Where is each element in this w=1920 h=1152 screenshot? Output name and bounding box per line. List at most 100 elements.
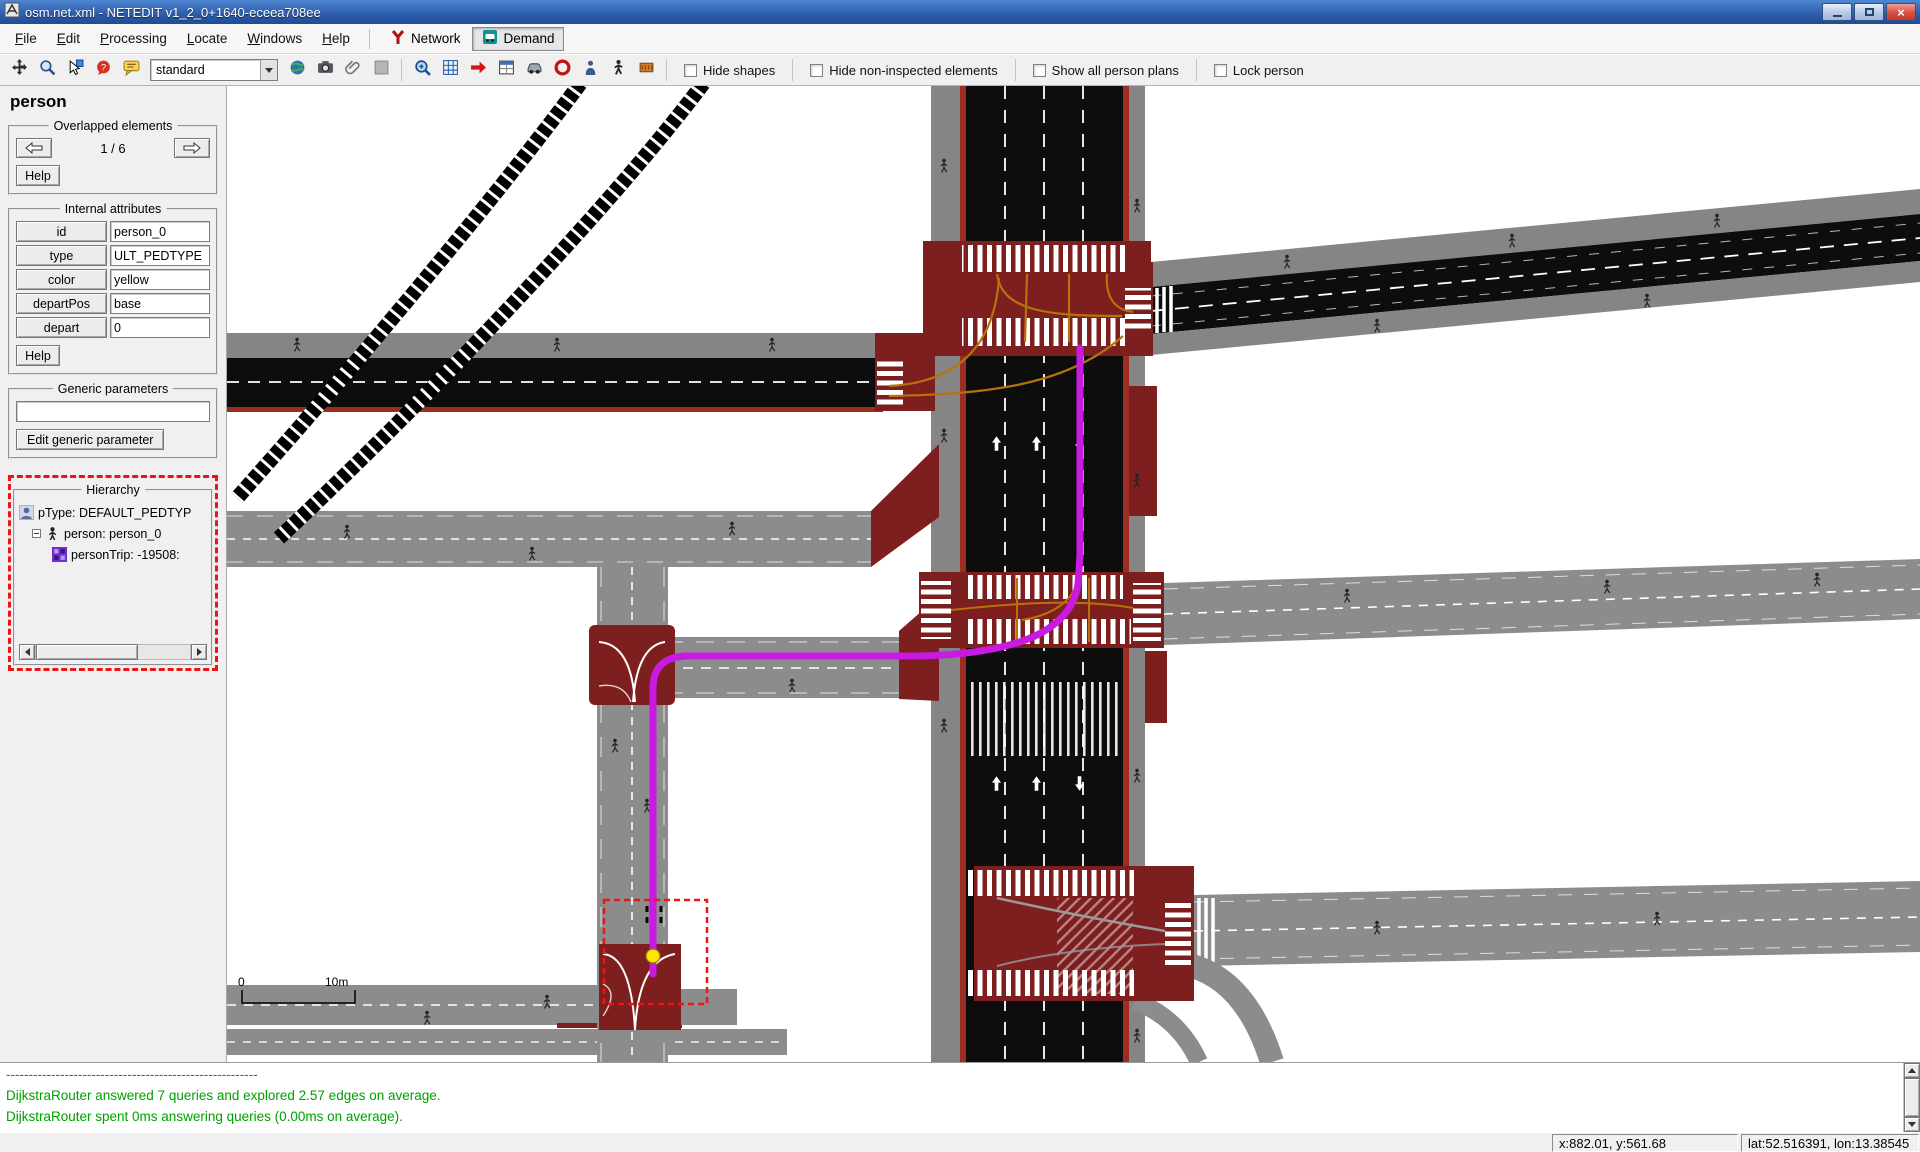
overlapped-help-button[interactable]: Help	[16, 165, 60, 186]
mode-dropdown[interactable]: standard	[150, 59, 278, 81]
attr-depart-button[interactable]: depart	[16, 317, 107, 338]
network-view[interactable]: 0 10m	[227, 86, 1920, 1062]
person-mode-button[interactable]	[605, 57, 631, 83]
grid-button[interactable]	[437, 57, 463, 83]
attr-departpos-field[interactable]	[110, 293, 210, 314]
group-label: Generic parameters	[53, 382, 173, 396]
dropdown-arrow-button[interactable]	[260, 60, 277, 80]
edit-generic-parameter-button[interactable]: Edit generic parameter	[16, 429, 164, 450]
arrow-right-icon	[183, 142, 201, 154]
next-element-button[interactable]	[174, 138, 210, 158]
minimize-button[interactable]	[1822, 3, 1852, 21]
stop-button[interactable]	[549, 57, 575, 83]
scrollbar-thumb[interactable]	[36, 644, 138, 660]
attr-color-field[interactable]	[110, 269, 210, 290]
screenshot-button[interactable]	[312, 57, 338, 83]
attr-id-button[interactable]: id	[16, 221, 107, 242]
log-line: DijkstraRouter spent 0ms answering queri…	[6, 1106, 1897, 1127]
window-title: osm.net.xml - NETEDIT v1_2_0+1640-eceea7…	[25, 5, 321, 20]
vehicle-icon	[526, 59, 543, 81]
maximize-button[interactable]	[1854, 3, 1884, 21]
internal-attributes-group: Internal attributes id type color depart…	[8, 208, 218, 375]
table-icon	[498, 59, 515, 81]
move-icon	[11, 59, 28, 81]
menu-windows[interactable]: Windows	[238, 27, 311, 50]
network-mode-button[interactable]: Network	[380, 27, 471, 51]
hierarchy-item-person[interactable]: person: person_0	[19, 523, 207, 544]
container-button[interactable]	[633, 57, 659, 83]
hierarchy-horizontal-scrollbar[interactable]	[19, 644, 207, 660]
checkbox-icon[interactable]	[1214, 64, 1227, 77]
menu-processing[interactable]: Processing	[91, 27, 176, 50]
menu-locate[interactable]: Locate	[178, 27, 237, 50]
hierarchy-item-ptype[interactable]: pType: DEFAULT_PEDTYP	[19, 502, 207, 523]
checkbox-lock-person[interactable]: Lock person	[1214, 63, 1304, 78]
statusbar: x:882.01, y:561.68 lat:52.516391, lon:13…	[0, 1132, 1920, 1152]
locate-globe-button[interactable]	[284, 57, 310, 83]
zoom-fit-button[interactable]	[409, 57, 435, 83]
checkbox-icon[interactable]	[1033, 64, 1046, 77]
attr-departpos-button[interactable]: departPos	[16, 293, 107, 314]
previous-element-button[interactable]	[16, 138, 52, 158]
checkbox-hide-shapes[interactable]: Hide shapes	[684, 63, 775, 78]
generic-parameters-field[interactable]	[16, 401, 210, 422]
vehicle-button[interactable]	[521, 57, 547, 83]
checkbox-icon[interactable]	[684, 64, 697, 77]
log-vertical-scrollbar[interactable]	[1903, 1063, 1920, 1132]
attr-id-field[interactable]	[110, 221, 210, 242]
move-view-button[interactable]	[6, 57, 32, 83]
scrollbar-thumb[interactable]	[1904, 1078, 1920, 1117]
walking-person-icon	[610, 59, 627, 81]
cursor-icon	[67, 59, 84, 81]
collapse-expander-icon[interactable]	[32, 529, 41, 538]
menu-file[interactable]: File	[6, 27, 46, 50]
app-icon	[4, 2, 20, 23]
selected-small-junction	[599, 944, 681, 1030]
map-canvas[interactable]: 0 10m	[227, 86, 1920, 1062]
demand-icon	[482, 29, 498, 48]
menu-edit[interactable]: Edit	[48, 27, 89, 50]
scroll-down-button[interactable]	[1904, 1117, 1920, 1132]
checkbox-icon[interactable]	[810, 64, 823, 77]
scroll-left-button[interactable]	[19, 644, 35, 660]
comment-bubble-button[interactable]	[118, 57, 144, 83]
generic-parameters-group: Generic parameters Edit generic paramete…	[8, 388, 218, 459]
hierarchy-item-persontrip[interactable]: personTrip: -19508:	[19, 544, 207, 565]
attr-depart-field[interactable]	[110, 317, 210, 338]
titlebar: osm.net.xml - NETEDIT v1_2_0+1640-eceea7…	[0, 0, 1920, 24]
side-area	[1145, 651, 1167, 723]
hierarchy-label: pType: DEFAULT_PEDTYP	[38, 506, 191, 520]
group-label: Hierarchy	[81, 483, 145, 497]
attr-type-button[interactable]: type	[16, 245, 107, 266]
link-button[interactable]	[340, 57, 366, 83]
checkbox-show-person-plans[interactable]: Show all person plans	[1033, 63, 1179, 78]
road-hatch-marking	[966, 682, 1123, 756]
demand-arrow-button[interactable]	[465, 57, 491, 83]
netedit-window: osm.net.xml - NETEDIT v1_2_0+1640-eceea7…	[0, 0, 1920, 1152]
table-button[interactable]	[493, 57, 519, 83]
demand-mode-button[interactable]: Demand	[472, 27, 564, 51]
attr-color-button[interactable]: color	[16, 269, 107, 290]
container-icon	[638, 59, 655, 81]
menu-help[interactable]: Help	[313, 27, 359, 50]
svg-text:?: ?	[100, 63, 105, 74]
scroll-up-button[interactable]	[1904, 1063, 1920, 1078]
scrollbar-track[interactable]	[35, 644, 191, 660]
group-label: Internal attributes	[60, 202, 167, 216]
triangle-right-icon	[197, 648, 202, 656]
grid-icon	[442, 59, 459, 81]
help-bubble-button[interactable]: ?	[90, 57, 116, 83]
attributes-help-button[interactable]: Help	[16, 345, 60, 366]
scroll-right-button[interactable]	[191, 644, 207, 660]
zoom-button[interactable]	[34, 57, 60, 83]
close-button[interactable]: ×	[1886, 3, 1916, 21]
hierarchy-label: personTrip: -19508:	[71, 548, 180, 562]
persontrip-icon	[52, 547, 67, 562]
placeholder-button[interactable]	[368, 57, 394, 83]
person-marker[interactable]	[646, 949, 660, 963]
inspect-button[interactable]	[62, 57, 88, 83]
person-type-button[interactable]	[577, 57, 603, 83]
checkbox-hide-non-inspected[interactable]: Hide non-inspected elements	[810, 63, 997, 78]
globe-icon	[289, 59, 306, 81]
attr-type-field[interactable]	[110, 245, 210, 266]
